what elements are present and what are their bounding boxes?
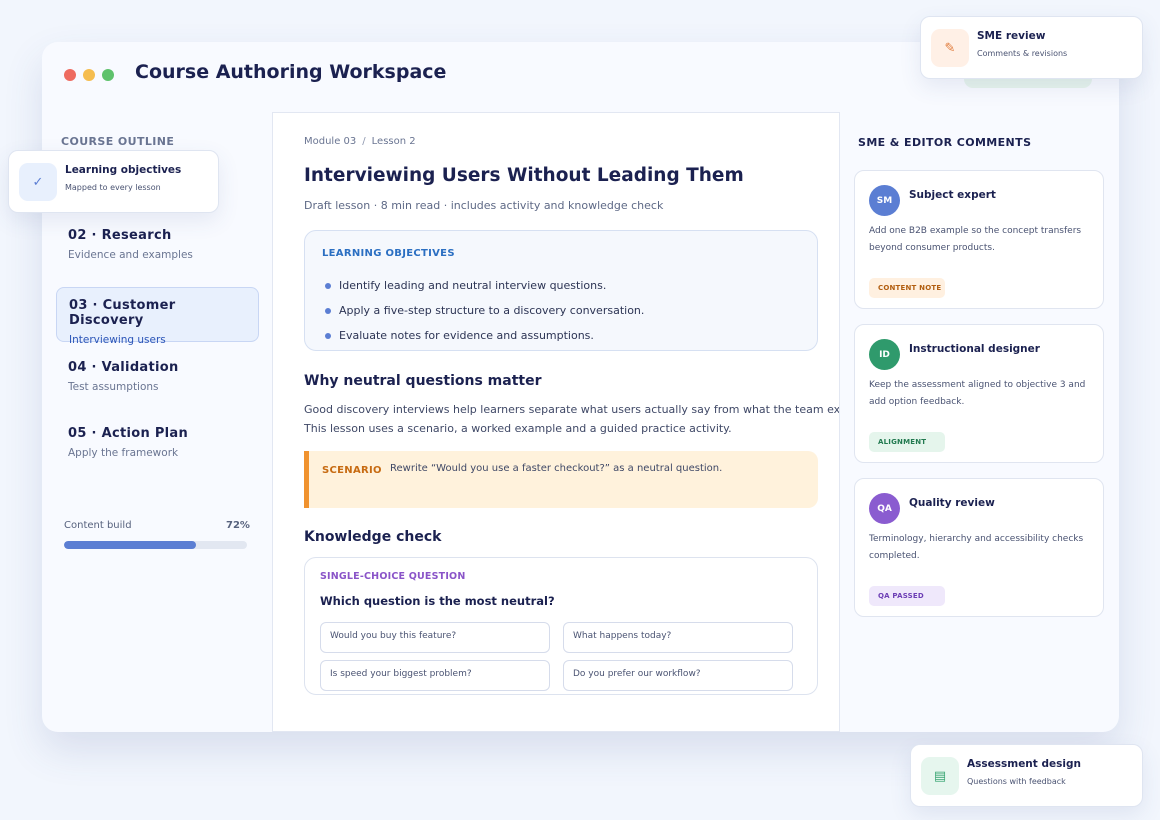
outline-item-title: 02 · Research xyxy=(68,228,172,243)
progress-percent: 72% xyxy=(226,520,250,531)
comment-author: Subject expert xyxy=(909,189,996,201)
window-controls xyxy=(64,69,114,81)
objective-text: Evaluate notes for evidence and assumpti… xyxy=(339,329,594,342)
maximize-window-button[interactable] xyxy=(102,69,114,81)
comment-text: Terminology, hierarchy and accessibility… xyxy=(869,534,1084,561)
lesson-title: Interviewing Users Without Leading Them xyxy=(304,165,744,186)
avatar: SM xyxy=(869,185,900,216)
outline-item-subtitle: Interviewing users xyxy=(69,334,166,346)
comment-text: Keep the assessment aligned to objective… xyxy=(869,380,1086,407)
breadcrumb-lesson[interactable]: Lesson 2 xyxy=(372,136,416,147)
breadcrumb-separator: / xyxy=(362,136,366,147)
scenario-text: Rewrite “Would you use a faster checkout… xyxy=(390,463,723,474)
breadcrumb-module[interactable]: Module 03 xyxy=(304,136,356,147)
objectives-list: Identify leading and neutral interview q… xyxy=(325,273,644,348)
question-type-label: SINGLE-CHOICE QUESTION xyxy=(320,571,466,582)
section-heading-neutral-questions: Why neutral questions matter xyxy=(304,373,542,389)
minimize-window-button[interactable] xyxy=(83,69,95,81)
bullet-icon xyxy=(325,307,331,314)
objective-item: Identify leading and neutral interview q… xyxy=(325,273,644,298)
section-heading-knowledge-check: Knowledge check xyxy=(304,529,442,545)
app-window: Course Authoring Workspace COURSE OUTLIN… xyxy=(42,42,1119,732)
avatar: ID xyxy=(869,339,900,370)
outline-item-research[interactable]: 02 · Research Evidence and examples xyxy=(56,218,259,273)
objective-text: Apply a five-step structure to a discove… xyxy=(339,304,645,317)
progress-fill xyxy=(64,541,196,549)
answer-option[interactable]: Do you prefer our workflow? xyxy=(563,660,793,691)
floating-card-title: Learning objectives xyxy=(65,164,182,176)
floating-card-title: Assessment design xyxy=(967,758,1081,770)
outline-heading: COURSE OUTLINE xyxy=(61,135,175,148)
outline-item-title: 03 · Customer Discovery xyxy=(69,298,176,328)
lesson-paragraph: Good discovery interviews help learners … xyxy=(304,400,840,438)
objective-item: Apply a five-step structure to a discove… xyxy=(325,298,644,323)
paragraph-line: This lesson uses a scenario, a worked ex… xyxy=(304,422,732,435)
learning-objectives-floating-card: ✓ Learning objectives Mapped to every le… xyxy=(8,150,219,213)
objective-text: Identify leading and neutral interview q… xyxy=(339,279,607,292)
scenario-label: SCENARIO xyxy=(322,465,382,476)
assessment-design-floating-card: ▤ Assessment design Questions with feedb… xyxy=(910,744,1143,807)
close-window-button[interactable] xyxy=(64,69,76,81)
breadcrumb: Module 03 / Lesson 2 xyxy=(304,136,416,147)
answer-option[interactable]: Would you buy this feature? xyxy=(320,622,550,653)
outline-item-title: 04 · Validation xyxy=(68,360,179,375)
comment-card-instructional-designer[interactable]: ID Instructional designer Keep the asses… xyxy=(854,324,1104,463)
outline-item-validation[interactable]: 04 · Validation Test assumptions xyxy=(56,350,259,405)
comment-card-quality-review[interactable]: QA Quality review Terminology, hierarchy… xyxy=(854,478,1104,617)
lesson-meta: Draft lesson · 8 min read · includes act… xyxy=(304,199,664,212)
comment-tag[interactable]: ALIGNMENT xyxy=(869,432,945,452)
comment-tag[interactable]: CONTENT NOTE xyxy=(869,278,945,298)
lesson-editor: Module 03 / Lesson 2 Interviewing Users … xyxy=(272,112,840,732)
comment-author: Instructional designer xyxy=(909,343,1040,355)
floating-card-subtitle: Questions with feedback xyxy=(967,777,1066,786)
knowledge-check-card: SINGLE-CHOICE QUESTION Which question is… xyxy=(304,557,818,695)
list-icon: ▤ xyxy=(921,757,959,795)
outline-item-subtitle: Apply the framework xyxy=(68,447,179,459)
comments-heading: SME & EDITOR COMMENTS xyxy=(858,136,1032,149)
bullet-icon xyxy=(325,282,331,289)
answer-option[interactable]: Is speed your biggest problem? xyxy=(320,660,550,691)
outline-item-customer-discovery[interactable]: 03 · Customer Discovery Interviewing use… xyxy=(56,287,259,346)
answer-option[interactable]: What happens today? xyxy=(563,622,793,653)
objectives-heading: LEARNING OBJECTIVES xyxy=(322,248,455,259)
progress-label: Content build xyxy=(64,520,132,531)
sme-review-floating-card: ✎ SME review Comments & revisions xyxy=(920,16,1143,79)
pencil-icon: ✎ xyxy=(931,29,969,67)
comment-author: Quality review xyxy=(909,497,995,509)
outline-item-action-plan[interactable]: 05 · Action Plan Apply the framework xyxy=(56,416,259,471)
floating-card-title: SME review xyxy=(977,30,1046,42)
app-title: Course Authoring Workspace xyxy=(135,61,447,83)
avatar: QA xyxy=(869,493,900,524)
paragraph-line: Good discovery interviews help learners … xyxy=(304,403,840,416)
comment-tag[interactable]: QA PASSED xyxy=(869,586,945,606)
bullet-icon xyxy=(325,332,331,339)
question-text: Which question is the most neutral? xyxy=(320,594,555,608)
scenario-callout: SCENARIO Rewrite “Would you use a faster… xyxy=(304,451,818,508)
outline-item-subtitle: Evidence and examples xyxy=(68,249,193,261)
check-icon: ✓ xyxy=(19,163,57,201)
content-build-progress-bar xyxy=(64,541,247,549)
learning-objectives-box: LEARNING OBJECTIVES Identify leading and… xyxy=(304,230,818,351)
comment-text: Add one B2B example so the concept trans… xyxy=(869,226,1082,253)
objective-item: Evaluate notes for evidence and assumpti… xyxy=(325,323,644,348)
outline-item-subtitle: Test assumptions xyxy=(68,381,159,393)
outline-item-title: 05 · Action Plan xyxy=(68,426,189,441)
floating-card-subtitle: Comments & revisions xyxy=(977,49,1068,58)
comment-card-subject-expert[interactable]: SM Subject expert Add one B2B example so… xyxy=(854,170,1104,309)
floating-card-subtitle: Mapped to every lesson xyxy=(65,183,161,192)
comments-panel: SME & EDITOR COMMENTS SM Subject expert … xyxy=(840,114,1119,732)
